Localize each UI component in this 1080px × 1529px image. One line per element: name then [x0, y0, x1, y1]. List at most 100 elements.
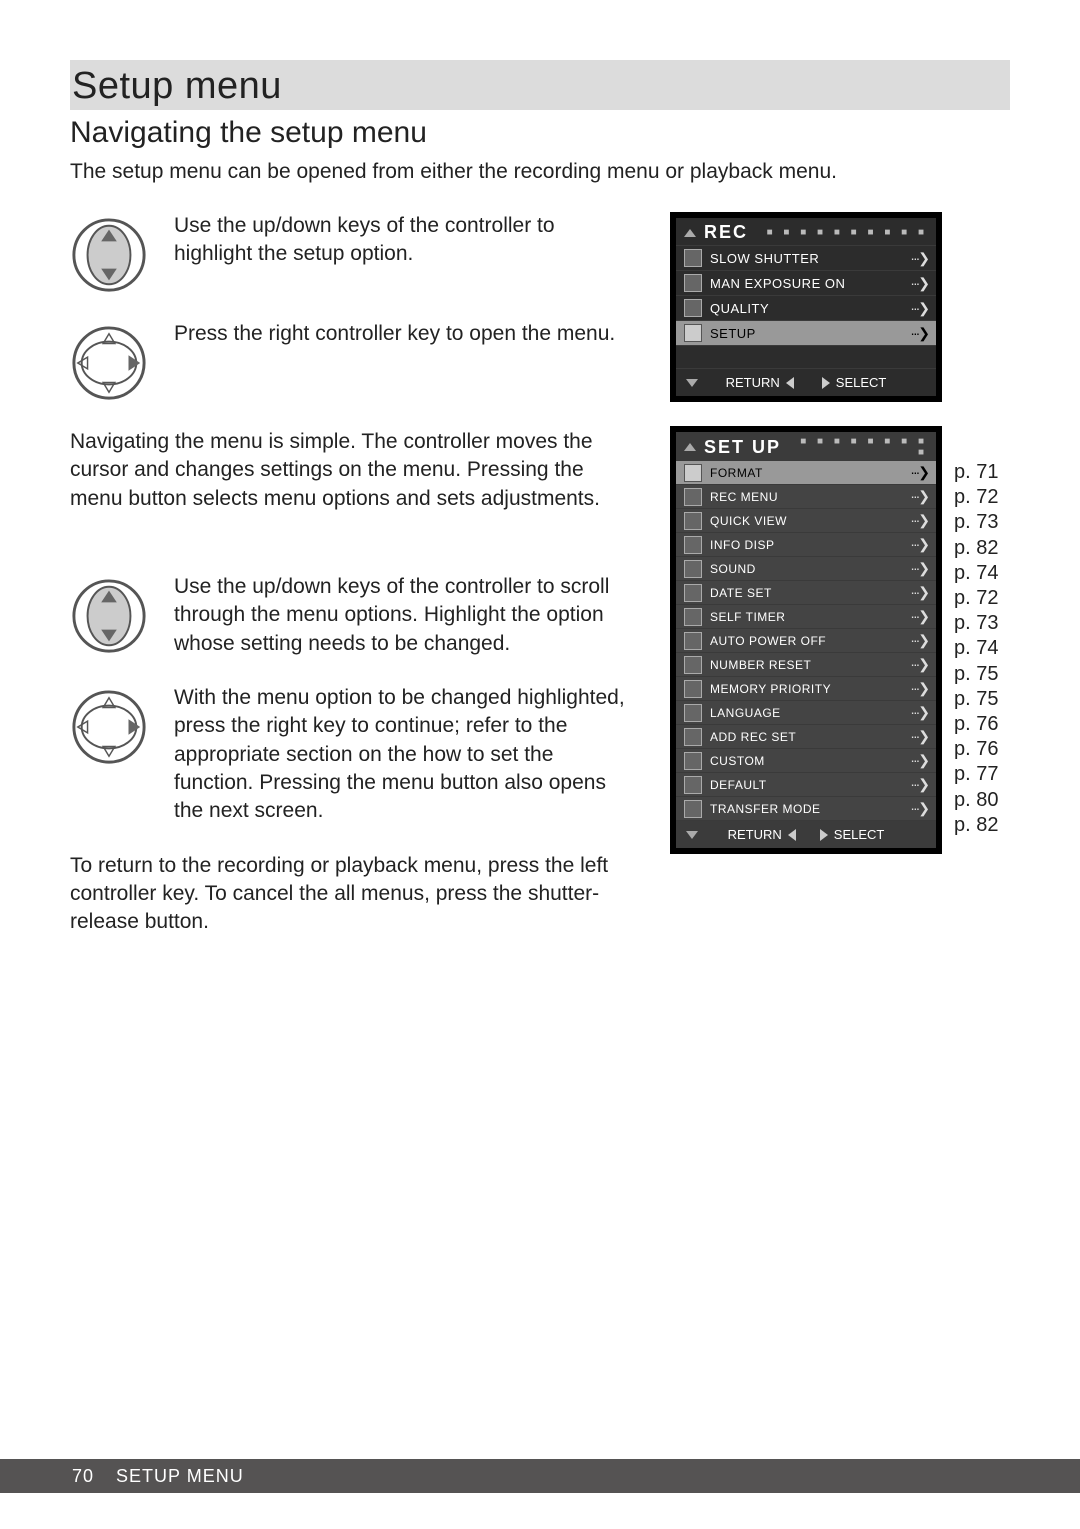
menu-item-icon: [684, 536, 702, 554]
instructions-column: Use the up/down keys of the controller t…: [70, 212, 634, 967]
step-3-text: Use the up/down keys of the controller t…: [174, 573, 634, 658]
chevron-right-icon: ···❯: [910, 656, 928, 673]
menu-item-label: ADD REC SET: [710, 730, 902, 744]
menu-item-label: SETUP: [710, 326, 902, 341]
setup-menu-item[interactable]: FORMAT ···❯: [676, 460, 936, 484]
step-1: Use the up/down keys of the controller t…: [70, 212, 634, 294]
setup-menu-item[interactable]: MEMORY PRIORITY ···❯: [676, 676, 936, 700]
chevron-right-icon: ···❯: [910, 584, 928, 601]
menu-item-icon: [684, 324, 702, 342]
setup-menu-header: SET UP ■ ■ ■ ■ ■ ■ ■ ■ ■: [676, 432, 936, 460]
setup-menu-screen: SET UP ■ ■ ■ ■ ■ ■ ■ ■ ■ FORMAT···❯REC M…: [670, 426, 942, 854]
rec-menu-title: REC: [704, 222, 748, 243]
rec-menu-item[interactable]: SETUP ···❯: [676, 320, 936, 345]
page-reference: p. 77: [954, 762, 998, 787]
page-reference: p. 80: [954, 787, 998, 812]
menu-item-icon: [684, 299, 702, 317]
menu-item-icon: [684, 274, 702, 292]
triangle-left-icon: [786, 377, 794, 389]
page-reference: p. 71: [954, 460, 998, 485]
setup-menu-item[interactable]: REC MENU ···❯: [676, 484, 936, 508]
menu-item-label: QUALITY: [710, 301, 902, 316]
page-reference: p. 73: [954, 510, 998, 535]
setup-menu-item[interactable]: TRANSFER MODE···❯: [676, 796, 936, 820]
menu-item-icon: [684, 632, 702, 650]
menu-item-label: SLOW SHUTTER: [710, 251, 902, 266]
controller-right-icon: [70, 324, 148, 402]
page-reference: p. 76: [954, 712, 998, 737]
menu-item-icon: [684, 680, 702, 698]
menu-item-label: TRANSFER MODE: [710, 802, 902, 816]
setup-menu-with-pages: SET UP ■ ■ ■ ■ ■ ■ ■ ■ ■ FORMAT···❯REC M…: [670, 426, 1010, 878]
menu-item-label: MEMORY PRIORITY: [710, 682, 902, 696]
content-row: Use the up/down keys of the controller t…: [70, 212, 1010, 967]
rec-menu-header: REC ■ ■ ■ ■ ■ ■ ■ ■ ■ ■: [676, 218, 936, 245]
chevron-right-icon: ···❯: [910, 752, 928, 769]
setup-menu-item[interactable]: DEFAULT···❯: [676, 772, 936, 796]
setup-menu-item[interactable]: LANGUAGE ···❯: [676, 700, 936, 724]
page-reference: p. 72: [954, 485, 998, 510]
menu-item-label: QUICK VIEW: [710, 514, 902, 528]
page-reference: p. 82: [954, 813, 998, 838]
step-3: Use the up/down keys of the controller t…: [70, 573, 634, 658]
manual-page: Setup menu Navigating the setup menu The…: [0, 0, 1080, 1529]
caret-down-icon: [686, 379, 698, 387]
rec-menu-blank-row: [676, 345, 936, 368]
chevron-right-icon: ···❯: [910, 464, 928, 481]
rec-menu-footer: RETURN SELECT: [676, 368, 936, 396]
page-footer: 70 SETUP MENU: [0, 1459, 1080, 1493]
chevron-right-icon: ···❯: [910, 300, 928, 317]
chevron-right-icon: ···❯: [910, 275, 928, 292]
chevron-right-icon: ···❯: [910, 512, 928, 529]
rec-menu-item[interactable]: QUALITY ···❯: [676, 295, 936, 320]
menu-item-label: REC MENU: [710, 490, 902, 504]
chevron-right-icon: ···❯: [910, 728, 928, 745]
page-title: Setup menu: [72, 65, 282, 108]
step-2: Press the right controller key to open t…: [70, 320, 634, 402]
menu-item-icon: [684, 488, 702, 506]
menu-item-label: FORMAT: [710, 466, 902, 480]
setup-menu-item[interactable]: SOUND ···❯: [676, 556, 936, 580]
chevron-right-icon: ···❯: [910, 680, 928, 697]
page-number: 70: [72, 1466, 94, 1487]
chevron-right-icon: ···❯: [910, 325, 928, 342]
triangle-right-icon: [822, 377, 830, 389]
menu-item-label: LANGUAGE: [710, 706, 902, 720]
menu-item-icon: [684, 512, 702, 530]
title-bar: Setup menu: [70, 60, 1010, 110]
chevron-right-icon: ···❯: [910, 560, 928, 577]
chevron-right-icon: ···❯: [910, 704, 928, 721]
caret-up-icon: [684, 229, 696, 237]
page-references: p. 71p. 72p. 73p. 82p. 74p. 72p. 73p. 74…: [954, 426, 998, 838]
menu-item-label: SELF TIMER: [710, 610, 902, 624]
menu-item-label: DEFAULT: [710, 778, 902, 792]
setup-menu-item[interactable]: CUSTOM···❯: [676, 748, 936, 772]
setup-menu-item[interactable]: SELF TIMER···❯: [676, 604, 936, 628]
setup-menu-item[interactable]: NUMBER RESET···❯: [676, 652, 936, 676]
setup-menu-item[interactable]: ADD REC SET ···❯: [676, 724, 936, 748]
screens-column: REC ■ ■ ■ ■ ■ ■ ■ ■ ■ ■ SLOW SHUTTER···❯…: [670, 212, 1010, 967]
setup-menu-title: SET UP: [704, 437, 781, 458]
menu-item-icon: [684, 560, 702, 578]
menu-item-icon: [684, 776, 702, 794]
menu-item-label: SOUND: [710, 562, 902, 576]
rec-menu-item[interactable]: SLOW SHUTTER···❯: [676, 245, 936, 270]
page-reference: p. 76: [954, 737, 998, 762]
menu-item-icon: [684, 752, 702, 770]
caret-up-icon: [684, 443, 696, 451]
page-reference: p. 73: [954, 611, 998, 636]
setup-menu-item[interactable]: INFO DISP···❯: [676, 532, 936, 556]
triangle-right-icon: [820, 829, 828, 841]
paragraph-1: Navigating the menu is simple. The contr…: [70, 428, 634, 513]
step-1-text: Use the up/down keys of the controller t…: [174, 212, 634, 269]
menu-item-icon: [684, 464, 702, 482]
page-reference: p. 75: [954, 662, 998, 687]
setup-menu-item[interactable]: AUTO POWER OFF···❯: [676, 628, 936, 652]
chevron-right-icon: ···❯: [910, 488, 928, 505]
rec-menu-item[interactable]: MAN EXPOSURE ON···❯: [676, 270, 936, 295]
footer-select-label: SELECT: [834, 827, 885, 842]
step-4-text: With the menu option to be changed highl…: [174, 684, 634, 826]
setup-menu-item[interactable]: QUICK VIEW ···❯: [676, 508, 936, 532]
setup-menu-item[interactable]: DATE SET···❯: [676, 580, 936, 604]
page-reference: p. 75: [954, 687, 998, 712]
